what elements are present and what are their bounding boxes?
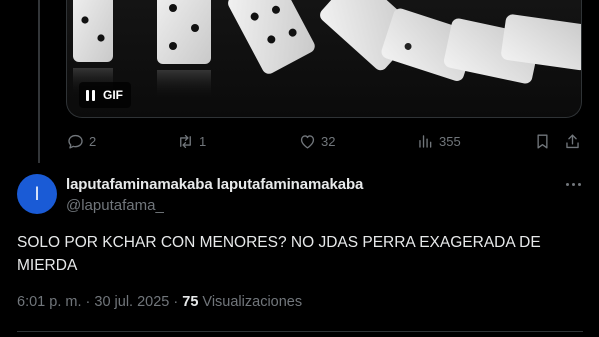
user-handle[interactable]: @laputafama_ <box>66 197 164 214</box>
reply-button[interactable]: 2 <box>66 128 96 154</box>
meta-separator: · <box>81 294 95 310</box>
views-count: 355 <box>439 133 461 149</box>
avatar-letter: l <box>35 183 39 204</box>
gif-media[interactable]: GIF <box>66 0 582 118</box>
like-count: 32 <box>321 133 336 149</box>
reply-count: 2 <box>89 133 97 149</box>
views-label: Visualizaciones <box>202 294 303 310</box>
display-name[interactable]: laputafaminamakaba laputafaminamakaba <box>66 176 363 193</box>
more-icon[interactable] <box>560 174 586 194</box>
gif-badge[interactable]: GIF <box>79 82 131 108</box>
tweet-text: SOLO POR KCHAR CON MENORES? NO JDAS PERR… <box>17 234 541 274</box>
repost-count: 1 <box>199 133 207 149</box>
repost-icon <box>180 134 191 148</box>
pause-icon[interactable] <box>86 89 95 101</box>
like-button[interactable]: 32 <box>298 128 335 154</box>
views-button[interactable]: 355 <box>416 128 461 154</box>
views-icon <box>419 134 432 148</box>
avatar[interactable]: l <box>17 174 57 214</box>
tweet-date[interactable]: 30 jul. 2025 <box>94 294 169 310</box>
bookmark-button[interactable] <box>533 128 552 154</box>
share-icon <box>566 133 579 148</box>
domino-image <box>73 0 581 102</box>
meta-separator-2: · <box>169 294 183 310</box>
tweet-time[interactable]: 6:01 p. m. <box>17 294 81 310</box>
bookmark-icon <box>537 133 548 149</box>
like-icon <box>300 134 315 149</box>
tweet-actions: 2 1 32 355 <box>66 128 582 154</box>
repost-button[interactable]: 1 <box>176 128 206 154</box>
share-button[interactable] <box>563 128 582 154</box>
views-total: 75 <box>182 294 199 310</box>
thread-line <box>38 0 40 163</box>
tweet-meta: 6:01 p. m. · 30 jul. 2025 · 75 Visualiza… <box>17 294 302 310</box>
divider <box>17 331 583 332</box>
gif-label: GIF <box>103 88 123 102</box>
reply-icon <box>68 134 83 149</box>
